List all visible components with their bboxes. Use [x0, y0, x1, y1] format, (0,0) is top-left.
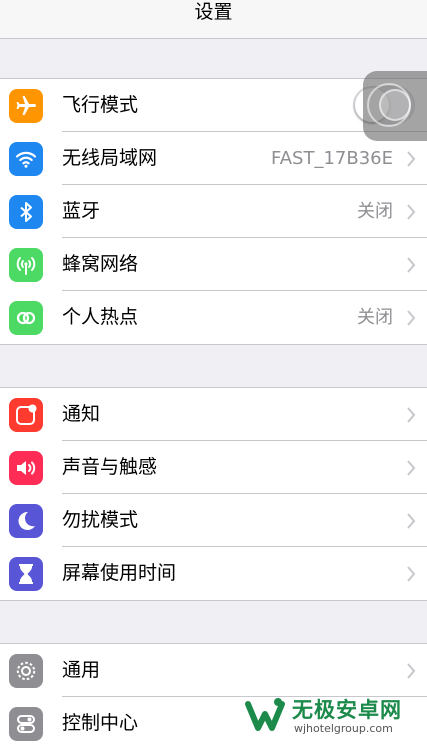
settings-row-notifications[interactable]: 通知	[0, 388, 427, 441]
watermark: 无极安卓网 wjhotelgroup.com	[232, 690, 427, 744]
sound-icon	[9, 451, 43, 485]
settings-group-notifications: 通知 声音与触感 勿扰模式 屏幕使用时间	[0, 387, 427, 601]
settings-row-do-not-disturb[interactable]: 勿扰模式	[0, 494, 427, 547]
chevron-right-icon	[407, 663, 416, 679]
row-label: 通用	[62, 659, 101, 681]
row-label: 声音与触感	[62, 456, 158, 478]
row-label: 控制中心	[62, 712, 139, 734]
settings-row-cellular[interactable]: 蜂窝网络	[0, 238, 427, 291]
cellular-icon	[9, 248, 43, 282]
page-title: 设置	[194, 1, 233, 23]
chevron-right-icon	[407, 407, 416, 423]
chevron-right-icon	[407, 513, 416, 529]
control-center-icon	[9, 707, 43, 741]
row-label: 勿扰模式	[62, 509, 139, 531]
row-label: 通知	[62, 403, 101, 425]
settings-row-personal-hotspot[interactable]: 个人热点 关闭	[0, 291, 427, 344]
chevron-right-icon	[407, 204, 416, 220]
row-label: 屏幕使用时间	[62, 562, 177, 584]
row-value: 关闭	[357, 201, 393, 222]
chevron-right-icon	[407, 151, 416, 167]
navigation-bar: 设置	[0, 0, 427, 39]
row-label: 蓝牙	[62, 200, 101, 222]
watermark-url: wjhotelgroup.com	[294, 722, 393, 735]
row-label: 飞行模式	[62, 94, 139, 116]
row-label: 无线局域网	[62, 147, 158, 169]
settings-row-wlan[interactable]: 无线局域网 FAST_17B36E	[0, 132, 427, 185]
watermark-logo-icon	[245, 698, 285, 731]
wifi-icon	[9, 142, 43, 176]
settings-row-sounds-haptics[interactable]: 声音与触感	[0, 441, 427, 494]
assistive-touch-button[interactable]	[363, 71, 427, 141]
settings-row-bluetooth[interactable]: 蓝牙 关闭	[0, 185, 427, 238]
assistive-ring-inner	[379, 89, 411, 121]
settings-row-screen-time[interactable]: 屏幕使用时间	[0, 547, 427, 600]
row-label: 个人热点	[62, 306, 139, 328]
airplane-icon	[9, 89, 43, 123]
hourglass-icon	[9, 557, 43, 591]
chevron-right-icon	[407, 460, 416, 476]
moon-icon	[9, 504, 43, 538]
chevron-right-icon	[407, 566, 416, 582]
watermark-text: 无极安卓网	[292, 698, 402, 722]
bluetooth-icon	[9, 195, 43, 229]
row-value: 关闭	[357, 307, 393, 328]
hotspot-icon	[9, 301, 43, 335]
notification-icon	[9, 398, 43, 432]
chevron-right-icon	[407, 257, 416, 273]
row-label: 蜂窝网络	[62, 253, 139, 275]
chevron-right-icon	[407, 310, 416, 326]
gear-icon	[9, 654, 43, 688]
